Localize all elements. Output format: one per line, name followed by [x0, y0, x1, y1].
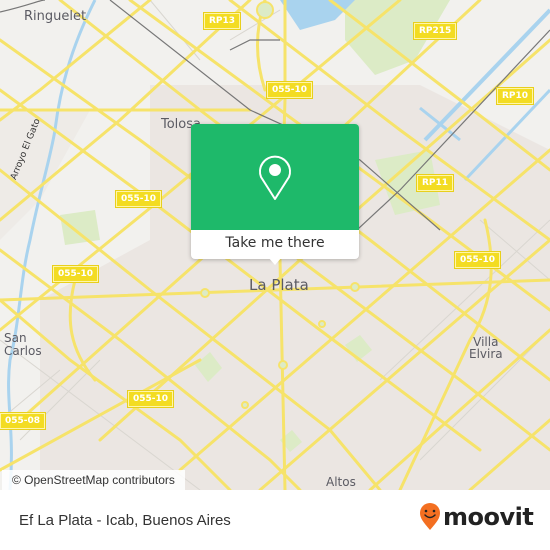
moovit-logo[interactable]: moovit: [419, 503, 534, 531]
road-shield: 055-08: [0, 413, 46, 429]
road-shield: 055-10: [116, 191, 162, 207]
location-popup[interactable]: Take me there: [191, 124, 359, 265]
popup-pointer: [268, 257, 282, 265]
moovit-smile-pin-icon: [420, 503, 440, 530]
location-title: Ef La Plata - Icab, Buenos Aires: [19, 512, 231, 529]
road-shield: 055-10: [267, 82, 313, 98]
place-label-ringuelet: Ringuelet: [24, 9, 87, 24]
road-shield: 055-10: [53, 266, 99, 282]
popup-header[interactable]: [191, 124, 359, 230]
road-shield: 055-10: [128, 391, 174, 407]
map-pin-icon: [259, 155, 291, 200]
place-label-la-plata: La Plata: [249, 276, 309, 294]
map-view[interactable]: Ringuelet Tolosa La Plata San Carlos Vil…: [0, 0, 550, 490]
place-label-altos: Altos: [326, 475, 356, 489]
place-label-villa-elvira: Villa Elvira: [469, 335, 503, 361]
road-shield: RP11: [417, 175, 454, 191]
park: [60, 210, 100, 245]
take-me-there-button[interactable]: Take me there: [191, 230, 359, 259]
road-shield: 055-10: [455, 252, 501, 268]
osm-attribution[interactable]: © OpenStreetMap contributors: [2, 470, 185, 490]
place-label-san-carlos: San Carlos: [4, 331, 42, 358]
moovit-wordmark: moovit: [443, 503, 534, 531]
water-body: [280, 0, 355, 30]
road-shield: RP13: [204, 13, 241, 29]
road-shield: RP215: [414, 23, 457, 39]
road-shield: RP10: [497, 88, 534, 104]
